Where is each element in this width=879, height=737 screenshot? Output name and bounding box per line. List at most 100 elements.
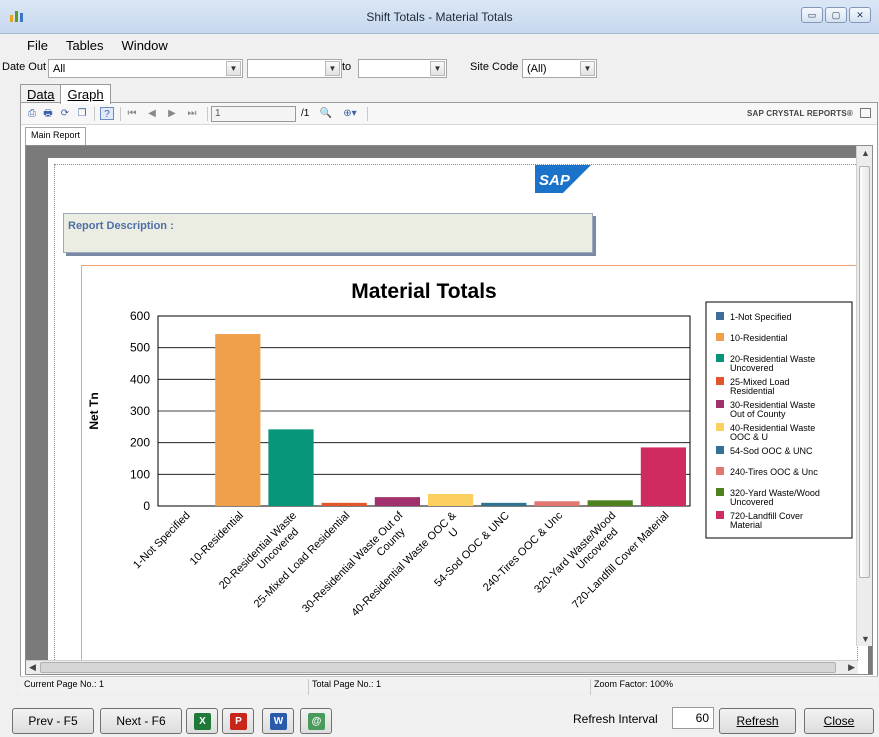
legend-swatch <box>716 446 724 454</box>
print-icon[interactable]: 🖶 <box>41 107 55 120</box>
site-code-select[interactable]: (All) ▼ <box>522 59 597 78</box>
horizontal-scroll-thumb[interactable] <box>40 662 836 673</box>
view-tabs: Data Graph <box>20 84 111 104</box>
refresh-button-label: Refresh <box>736 714 779 728</box>
maximize-button[interactable]: ▢ <box>825 7 847 23</box>
page-total: /1 <box>301 108 310 119</box>
vertical-scrollbar[interactable]: ▲ ▼ <box>856 146 872 646</box>
report-page: SAP Report Description : Material Totals… <box>48 158 868 674</box>
export-pdf-button[interactable]: P <box>222 708 254 734</box>
panel-toggle-icon[interactable] <box>860 108 871 118</box>
legend-entry: 54-Sod OOC & UNC <box>730 446 813 456</box>
scroll-up-icon[interactable]: ▲ <box>861 148 870 158</box>
export-icon[interactable]: ⎙ <box>25 107 39 120</box>
legend-swatch <box>716 400 724 408</box>
status-bar: Current Page No.: 1 Total Page No.: 1 Zo… <box>20 676 878 695</box>
refresh-icon[interactable]: ⟳ <box>58 107 72 120</box>
graph-tab-panel: ⎙ 🖶 ⟳ ❐ ? ⏮ ◀ ▶ ⏭ 1 /1 🔍 ⊕▾ SAP CRYSTAL … <box>20 102 878 692</box>
y-tick-label: 100 <box>130 467 150 481</box>
email-icon: @ <box>308 713 325 730</box>
x-tick-label: 10-Residential <box>188 510 246 568</box>
bar-4 <box>321 502 367 506</box>
legend-swatch <box>716 377 724 385</box>
crystal-toolbar: ⎙ 🖶 ⟳ ❐ ? ⏮ ◀ ▶ ⏭ 1 /1 🔍 ⊕▾ SAP CRYSTAL … <box>21 103 877 125</box>
to-label: to <box>342 61 352 73</box>
date-from-select[interactable]: ▼ <box>247 59 342 78</box>
menu-bar: File Tables Window <box>0 36 177 56</box>
bar-8 <box>534 501 580 506</box>
tab-data[interactable]: Data <box>20 84 62 103</box>
sap-logo: SAP <box>535 165 591 193</box>
main-report-tab[interactable]: Main Report <box>25 127 87 145</box>
scroll-down-icon[interactable]: ▼ <box>861 634 870 644</box>
legend-entry: 240-Tires OOC & Unc <box>730 467 818 477</box>
close-window-button[interactable]: ✕ <box>849 7 871 23</box>
prev-button-label: Prev - F5 <box>28 714 78 728</box>
client-area: File Tables Window Date Out All ▼ ▼ to ▼… <box>0 34 879 737</box>
horizontal-scrollbar[interactable]: ◀ ▶ <box>26 660 858 674</box>
refresh-button[interactable]: Refresh <box>719 708 796 734</box>
bar-3 <box>268 429 314 506</box>
find-icon[interactable]: 🔍 <box>319 107 333 120</box>
vertical-scroll-thumb[interactable] <box>859 166 870 578</box>
pdf-icon: P <box>230 713 247 730</box>
filter-bar: Date Out All ▼ ▼ to ▼ Site Code (All) ▼ <box>0 58 879 80</box>
next-page-icon[interactable]: ▶ <box>165 107 179 120</box>
tab-graph[interactable]: Graph <box>60 84 111 104</box>
chevron-down-icon: ▼ <box>580 61 595 76</box>
close-button[interactable]: Close <box>804 708 874 734</box>
zoom-icon[interactable]: ⊕▾ <box>339 107 361 120</box>
bar-9 <box>587 500 633 506</box>
scroll-left-icon[interactable]: ◀ <box>29 662 36 673</box>
bar-10 <box>640 447 687 506</box>
chart-frame: Material Totals 0 100 200 300 400 500 600 Net Tn… <box>81 265 861 674</box>
prev-page-icon[interactable]: ◀ <box>145 107 159 120</box>
legend-swatch <box>716 467 724 475</box>
y-axis-label: Net Tn <box>87 392 101 429</box>
minimize-icon: ▭ <box>807 10 817 20</box>
menu-file[interactable]: File <box>0 36 57 56</box>
site-code-value: (All) <box>527 63 547 75</box>
chevron-down-icon: ▼ <box>325 61 340 76</box>
site-code-label: Site Code <box>470 61 519 73</box>
next-button-label: Next - F6 <box>116 714 166 728</box>
legend-entry: 10-Residential <box>730 333 788 343</box>
y-tick-label: 0 <box>143 499 150 513</box>
report-viewer: SAP Report Description : Material Totals… <box>25 145 873 675</box>
last-page-icon[interactable]: ⏭ <box>185 107 199 120</box>
legend-swatch <box>716 423 724 431</box>
window-title: Shift Totals - Material Totals <box>366 10 513 24</box>
copy-icon[interactable]: ❐ <box>75 107 89 120</box>
tab-data-label: Data <box>27 87 55 102</box>
export-excel-button[interactable]: X <box>186 708 218 734</box>
legend-swatch <box>716 312 724 320</box>
refresh-interval-input[interactable]: 60 <box>672 707 714 729</box>
first-page-icon[interactable]: ⏮ <box>125 107 139 120</box>
chevron-down-icon: ▼ <box>430 61 445 76</box>
date-out-value: All <box>53 63 66 75</box>
y-tick-label: 600 <box>130 309 150 323</box>
total-page-status: Total Page No.: 1 <box>312 679 382 689</box>
y-tick-label: 400 <box>130 372 150 386</box>
export-word-button[interactable]: W <box>262 708 294 734</box>
email-button[interactable]: @ <box>300 708 332 734</box>
prev-button[interactable]: Prev - F5 <box>12 708 94 734</box>
bar-7 <box>481 502 527 506</box>
crystal-reports-brand: SAP CRYSTAL REPORTS® <box>746 109 853 118</box>
y-tick-label: 300 <box>130 404 150 418</box>
scroll-right-icon[interactable]: ▶ <box>848 662 855 673</box>
date-out-select[interactable]: All ▼ <box>48 59 243 78</box>
help-icon[interactable]: ? <box>100 107 114 120</box>
report-page-border: SAP Report Description : Material Totals… <box>54 164 861 674</box>
legend-swatch <box>716 354 724 362</box>
legend-swatch <box>716 488 724 496</box>
close-icon: ✕ <box>856 10 864 20</box>
next-button[interactable]: Next - F6 <box>100 708 182 734</box>
x-tick-label: 1-Not Specified <box>131 510 193 572</box>
page-number-input[interactable]: 1 <box>211 106 296 122</box>
chevron-down-icon: ▼ <box>226 61 241 76</box>
menu-window[interactable]: Window <box>113 36 177 56</box>
menu-tables[interactable]: Tables <box>57 36 113 56</box>
minimize-button[interactable]: ▭ <box>801 7 823 23</box>
date-to-select[interactable]: ▼ <box>358 59 447 78</box>
